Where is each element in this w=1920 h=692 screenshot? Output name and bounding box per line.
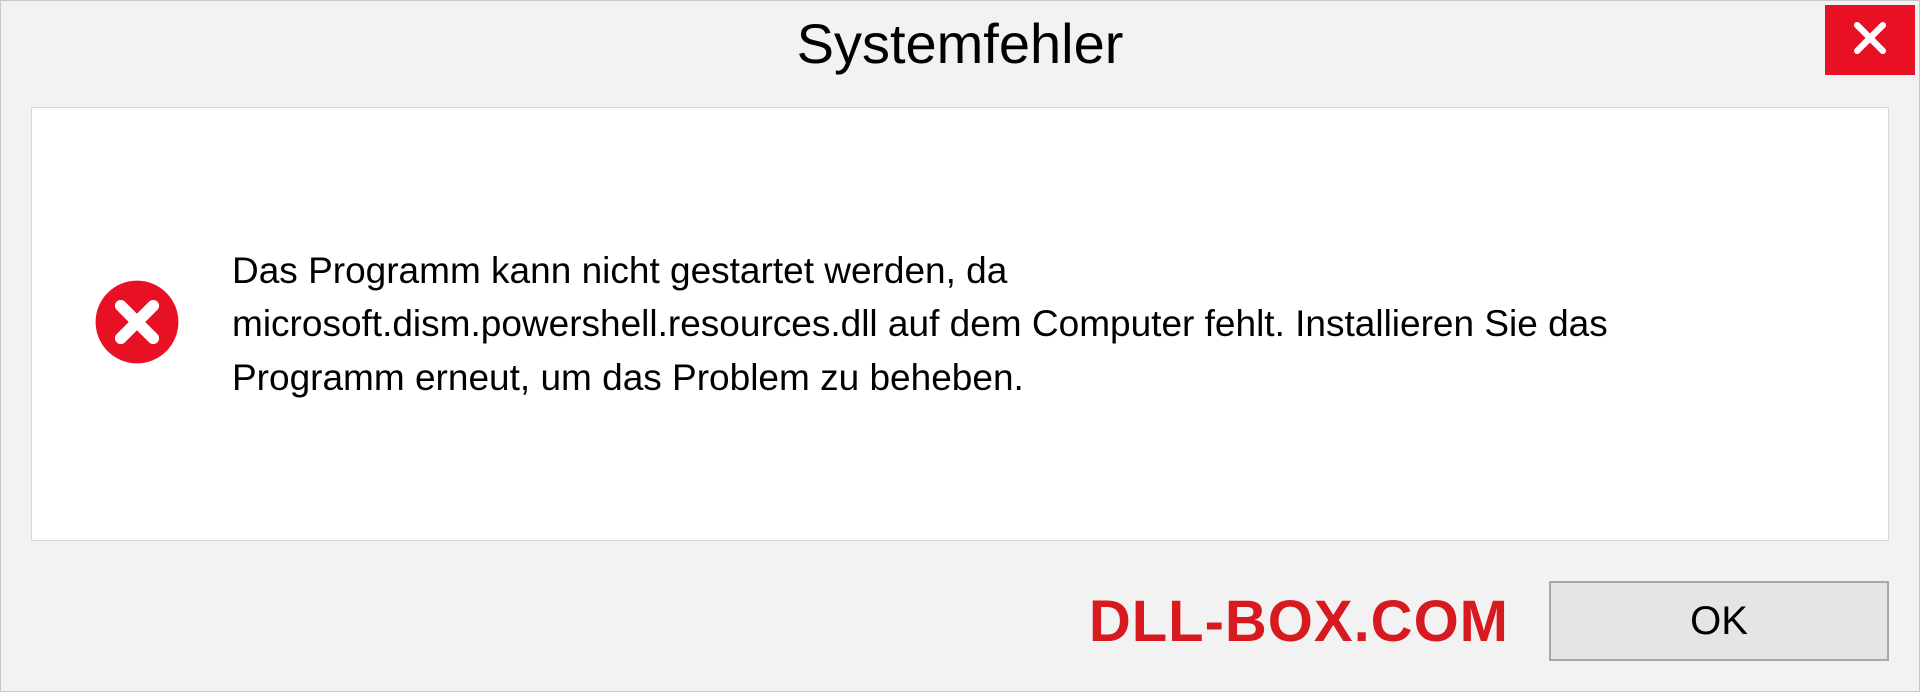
error-dialog: Systemfehler Das Programm kann nicht ges…	[0, 0, 1920, 692]
error-message: Das Programm kann nicht gestartet werden…	[232, 244, 1632, 405]
content-area: Das Programm kann nicht gestartet werden…	[31, 107, 1889, 541]
ok-button-label: OK	[1690, 599, 1748, 644]
titlebar: Systemfehler	[1, 1, 1919, 97]
ok-button[interactable]: OK	[1549, 581, 1889, 661]
watermark-text: DLL-BOX.COM	[1089, 588, 1509, 655]
dialog-title: Systemfehler	[797, 11, 1124, 76]
dialog-footer: DLL-BOX.COM OK	[1, 561, 1919, 691]
error-icon	[92, 277, 182, 372]
close-icon	[1848, 16, 1892, 65]
close-button[interactable]	[1825, 5, 1915, 75]
